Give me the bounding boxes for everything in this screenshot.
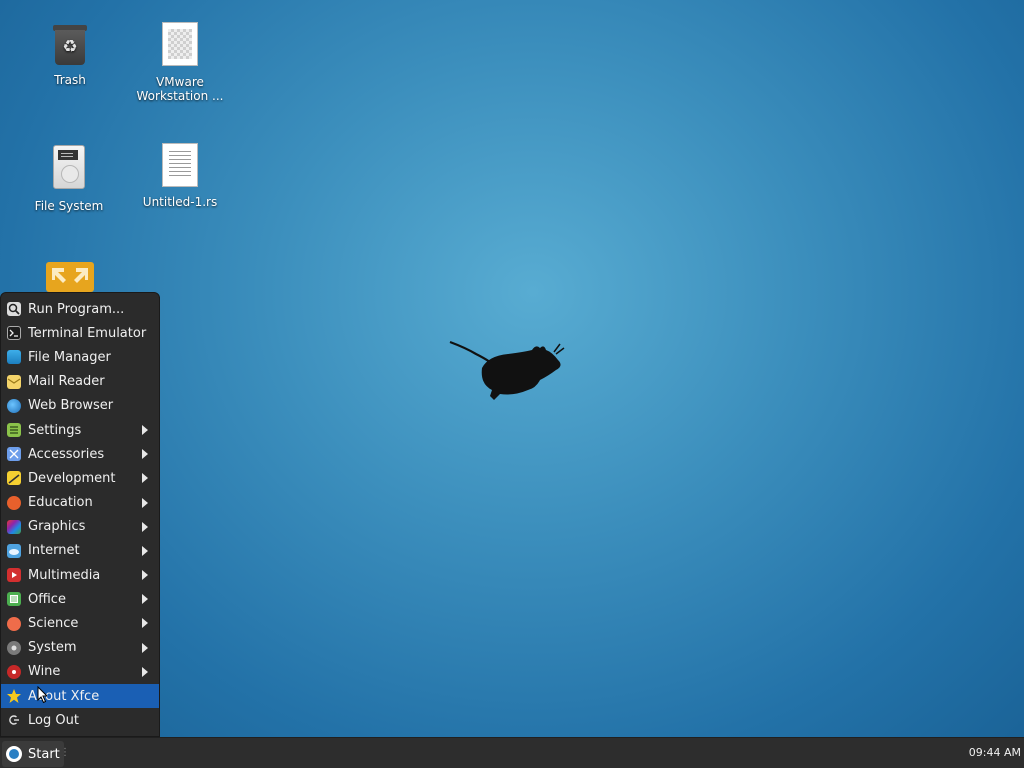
desktop-icon-untitled[interactable]: Untitled-1.rs: [130, 143, 230, 209]
menu-item-label: Internet: [28, 543, 80, 559]
desktop-icon-label: Untitled-1.rs: [142, 195, 218, 209]
submenu-arrow-icon: [142, 570, 148, 581]
desktop-icon-label: File System: [34, 199, 104, 213]
drive-icon: [53, 145, 85, 189]
menu-item-label: Graphics: [28, 519, 86, 535]
application-menu: Run Program... Terminal Emulator File Ma…: [0, 292, 160, 737]
xfce-mouse-logo: [449, 340, 565, 400]
menu-item-run-program[interactable]: Run Program...: [1, 297, 159, 321]
menu-item-label: Multimedia: [28, 567, 101, 583]
menu-item-terminal[interactable]: Terminal Emulator: [1, 321, 159, 345]
star-icon: [7, 689, 21, 704]
mail-icon: [7, 374, 21, 389]
education-icon: [7, 495, 21, 510]
menu-item-about-xfce[interactable]: About Xfce: [1, 684, 159, 709]
submenu-arrow-icon: [142, 618, 148, 629]
menu-item-label: Development: [28, 470, 116, 486]
document-icon: [162, 22, 198, 66]
submenu-arrow-icon: [142, 521, 148, 532]
submenu-arrow-icon: [142, 449, 148, 460]
menu-item-development[interactable]: Development: [1, 466, 159, 490]
menu-item-graphics[interactable]: Graphics: [1, 515, 159, 539]
mouse-cursor-icon: [37, 686, 47, 704]
accessories-icon: [7, 447, 21, 462]
menu-item-label: Run Program...: [28, 301, 125, 317]
trash-icon: ♻: [53, 25, 87, 65]
science-icon: [7, 616, 21, 631]
menu-item-wine[interactable]: Wine: [1, 660, 159, 684]
submenu-arrow-icon: [142, 545, 148, 556]
menu-item-label: Web Browser: [28, 398, 114, 414]
desktop-icon-label: Trash: [54, 73, 86, 87]
submenu-arrow-icon: [142, 424, 148, 435]
desktop-icon-trash[interactable]: ♻ Trash: [20, 25, 120, 87]
development-icon: [7, 471, 21, 486]
menu-item-label: File Manager: [28, 349, 111, 365]
menu-item-mail-reader[interactable]: Mail Reader: [1, 370, 159, 394]
internet-icon: [7, 543, 21, 558]
clock[interactable]: 09:44 AM: [969, 746, 1021, 759]
menu-item-label: Education: [28, 495, 93, 511]
menu-item-label: Office: [28, 591, 66, 607]
menu-item-label: Log Out: [28, 712, 79, 728]
menu-item-science[interactable]: Science: [1, 611, 159, 635]
panel-handle-icon[interactable]: ⋮: [60, 747, 70, 758]
logout-icon: [7, 713, 21, 727]
menu-item-label: Accessories: [28, 446, 105, 462]
text-file-icon: [162, 143, 198, 187]
submenu-arrow-icon: [142, 497, 148, 508]
menu-item-label: Settings: [28, 422, 82, 438]
desktop-icon-vmware[interactable]: VMware Workstation ...: [126, 22, 234, 103]
menu-item-label: System: [28, 640, 77, 656]
menu-item-multimedia[interactable]: Multimedia: [1, 563, 159, 587]
desktop-icon-label: VMware Workstation ...: [136, 75, 224, 103]
menu-item-label: Terminal Emulator: [28, 325, 147, 341]
graphics-icon: [7, 519, 21, 534]
menu-item-label: Science: [28, 616, 79, 632]
system-icon: [7, 640, 21, 655]
submenu-arrow-icon: [142, 642, 148, 653]
start-menu-icon: [6, 746, 22, 762]
menu-item-label: Wine: [28, 664, 61, 680]
folder-icon: [7, 350, 21, 365]
submenu-arrow-icon: [142, 594, 148, 605]
multimedia-icon: [7, 568, 21, 583]
menu-item-office[interactable]: Office: [1, 587, 159, 611]
run-icon: [7, 302, 21, 317]
share-icon[interactable]: [44, 258, 96, 292]
wine-icon: [7, 664, 21, 679]
menu-item-accessories[interactable]: Accessories: [1, 442, 159, 466]
globe-icon: [7, 398, 21, 413]
menu-item-web-browser[interactable]: Web Browser: [1, 394, 159, 418]
start-button[interactable]: Start: [2, 741, 64, 767]
menu-item-internet[interactable]: Internet: [1, 539, 159, 563]
menu-item-settings[interactable]: Settings: [1, 418, 159, 442]
start-label: Start: [28, 746, 60, 762]
menu-item-education[interactable]: Education: [1, 491, 159, 515]
taskbar: Start ⋮ 09:44 AM: [0, 737, 1024, 768]
terminal-icon: [7, 326, 21, 341]
menu-item-system[interactable]: System: [1, 636, 159, 660]
submenu-arrow-icon: [142, 666, 148, 677]
menu-item-file-manager[interactable]: File Manager: [1, 345, 159, 369]
desktop-icon-filesystem[interactable]: File System: [19, 145, 119, 213]
menu-item-log-out[interactable]: Log Out: [1, 708, 159, 732]
office-icon: [7, 592, 21, 607]
menu-item-label: Mail Reader: [28, 374, 105, 390]
submenu-arrow-icon: [142, 473, 148, 484]
settings-icon: [7, 423, 21, 438]
